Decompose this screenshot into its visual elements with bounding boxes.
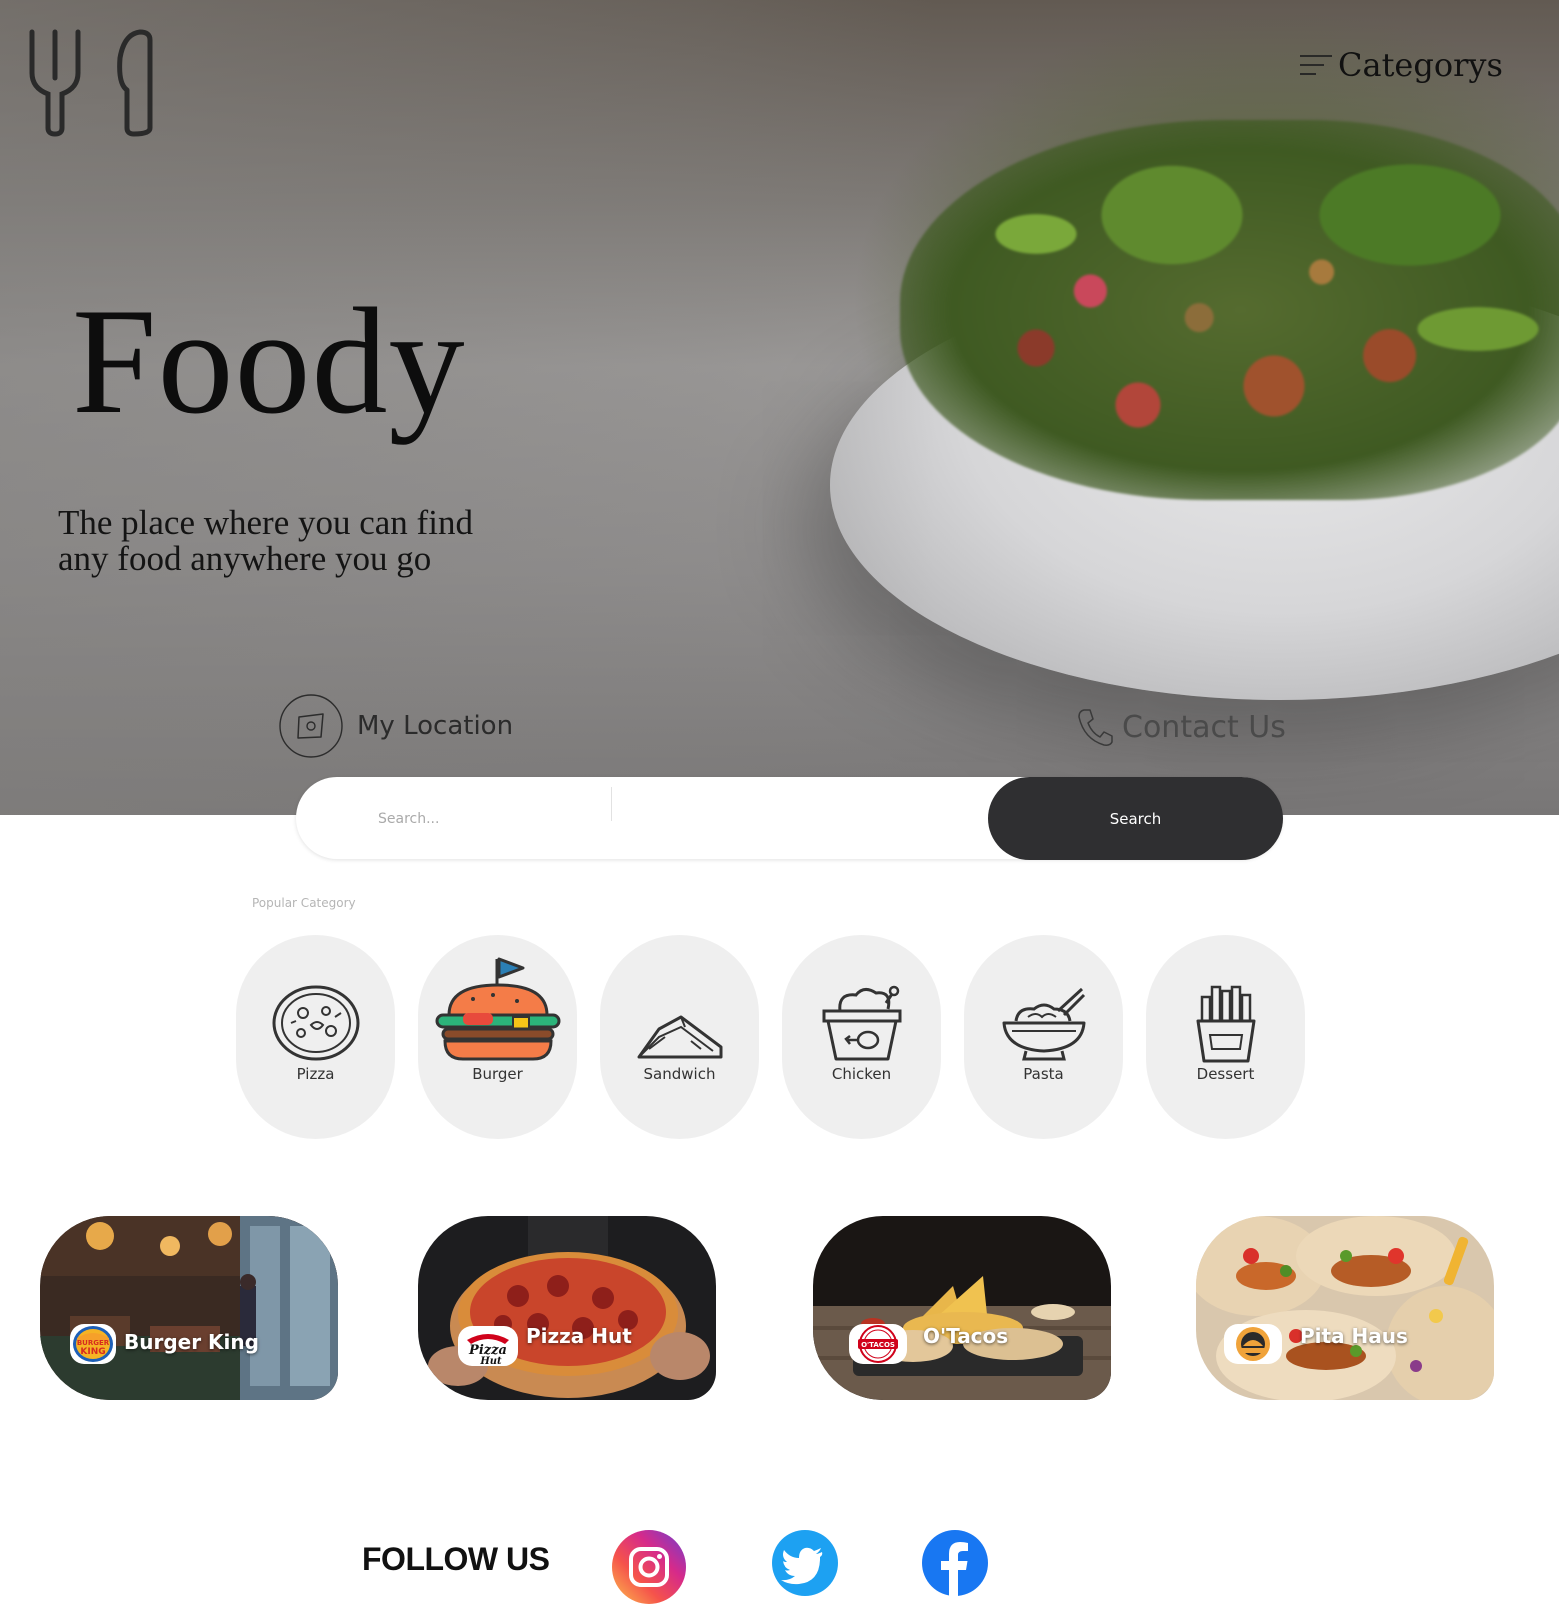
categories-menu-button[interactable]: Categorys	[1300, 46, 1503, 84]
my-location-label: My Location	[357, 711, 514, 741]
category-label: Chicken	[831, 1065, 892, 1083]
twitter-icon	[772, 1530, 838, 1596]
category-label: Dessert	[1196, 1065, 1255, 1083]
pizza-hut-logo: Pizza Hut	[458, 1326, 518, 1366]
search-divider	[611, 787, 612, 821]
tagline-line-1: The place where you can find	[58, 503, 473, 542]
svg-text:O'TACOS: O'TACOS	[861, 1341, 895, 1349]
tagline-line-2: any food anywhere you go	[58, 539, 432, 578]
category-label: Sandwich	[643, 1065, 716, 1083]
facebook-icon	[922, 1530, 988, 1596]
restaurant-name: Pita Haus	[1300, 1324, 1408, 1348]
category-burger[interactable]: Burger	[418, 935, 577, 1139]
fries-icon	[1196, 985, 1255, 1063]
category-label: Pizza	[296, 1065, 335, 1083]
pizza-icon	[272, 985, 359, 1061]
tacos-fries-image	[813, 1216, 1111, 1400]
popular-category-heading: Popular Category	[252, 896, 356, 910]
contact-us-label: Contact Us	[1122, 709, 1286, 745]
restaurant-name: Burger King	[124, 1330, 259, 1354]
restaurant-interior-image	[40, 1216, 338, 1400]
restaurant-card-otacos[interactable]: O'TACOS O'Tacos	[813, 1216, 1111, 1400]
search-input[interactable]	[376, 799, 680, 839]
hero-banner: Categorys Foody The place where you can …	[0, 0, 1559, 815]
chicken-icon	[822, 985, 901, 1061]
hero-tagline: The place where you can find any food an…	[58, 505, 578, 577]
burger-king-logo: BURGER KING	[70, 1324, 116, 1364]
category-pasta[interactable]: Pasta	[964, 935, 1123, 1139]
category-label: Pasta	[1023, 1065, 1064, 1083]
facebook-link[interactable]	[922, 1530, 988, 1596]
instagram-link[interactable]	[612, 1530, 686, 1604]
category-label: Burger	[472, 1065, 523, 1083]
restaurant-card-pizza-hut[interactable]: Pizza Hut Pizza Hut	[418, 1216, 716, 1400]
categories-menu-label: Categorys	[1338, 46, 1503, 84]
brand-title: Foody	[72, 277, 466, 445]
restaurant-name: O'Tacos	[923, 1324, 1009, 1348]
instagram-icon	[612, 1530, 686, 1604]
pasta-icon	[1002, 987, 1085, 1061]
pita-wraps-image	[1196, 1216, 1494, 1400]
location-icon	[279, 694, 343, 758]
phone-icon	[1078, 709, 1113, 746]
fork-knife-logo-icon[interactable]	[28, 28, 158, 138]
restaurant-name: Pizza Hut	[526, 1324, 632, 1348]
category-sandwich[interactable]: Sandwich	[600, 935, 759, 1139]
search-button[interactable]: Search	[988, 777, 1283, 860]
my-location-link[interactable]: My Location	[277, 693, 513, 759]
svg-text:KING: KING	[80, 1347, 105, 1357]
svg-text:BURGER: BURGER	[77, 1339, 110, 1347]
contact-us-link[interactable]: Contact Us	[1076, 707, 1286, 747]
restaurant-card-pita-haus[interactable]: Pita Haus	[1196, 1216, 1494, 1400]
sandwich-icon	[637, 1015, 722, 1059]
svg-text:Hut: Hut	[479, 1356, 502, 1366]
restaurant-card-burger-king[interactable]: BURGER KING Burger King	[40, 1216, 338, 1400]
pizza-image	[418, 1216, 716, 1400]
burger-icon	[435, 957, 560, 1061]
category-chicken[interactable]: Chicken	[782, 935, 941, 1139]
follow-us-label: FOLLOW US	[362, 1541, 550, 1577]
category-dessert[interactable]: Dessert	[1146, 935, 1305, 1139]
category-pizza[interactable]: Pizza	[236, 935, 395, 1139]
menu-lines-icon	[1300, 55, 1332, 75]
pita-haus-logo	[1224, 1324, 1282, 1364]
twitter-link[interactable]	[772, 1530, 838, 1596]
otacos-logo: O'TACOS	[849, 1324, 907, 1364]
